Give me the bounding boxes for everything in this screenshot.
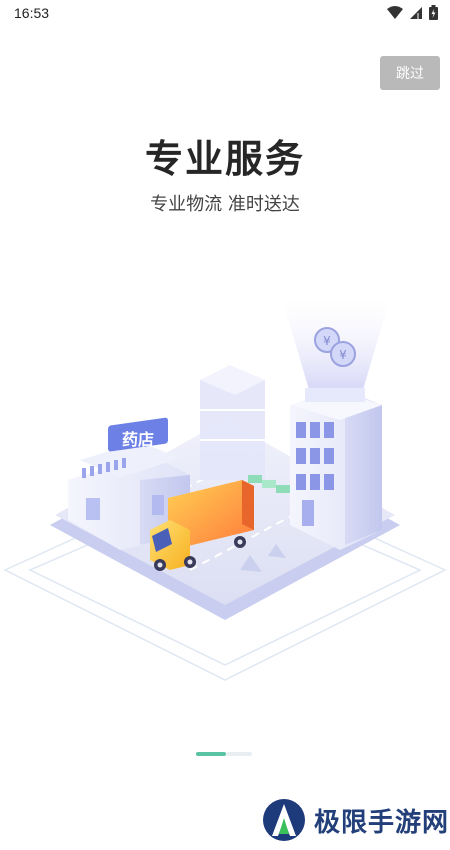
battery-icon bbox=[429, 5, 438, 20]
watermark: 极限手游网 bbox=[262, 798, 449, 842]
office-building bbox=[290, 388, 382, 550]
wifi-icon bbox=[387, 5, 403, 19]
status-icons bbox=[387, 5, 438, 20]
page-indicator bbox=[196, 752, 252, 756]
pharmacy-sign: 药店 bbox=[108, 417, 168, 452]
glass-building bbox=[200, 365, 265, 480]
page-indicator-inactive bbox=[226, 752, 252, 756]
onboarding-title: 专业服务 bbox=[144, 137, 305, 181]
svg-text:¥: ¥ bbox=[339, 348, 347, 362]
status-bar: 16:53 bbox=[0, 0, 450, 28]
svg-text:¥: ¥ bbox=[323, 334, 331, 348]
skip-button[interactable]: 跳过 bbox=[380, 56, 440, 90]
logistics-illustration: ¥ ¥ 药店 bbox=[3, 298, 447, 681]
status-time: 16:53 bbox=[14, 5, 50, 21]
watermark-logo-icon bbox=[263, 799, 305, 841]
signal-icon bbox=[410, 6, 422, 19]
page-indicator-active bbox=[196, 752, 226, 756]
onboarding-subtitle: 专业物流 准时送达 bbox=[150, 194, 300, 215]
watermark-text: 极限手游网 bbox=[314, 807, 450, 838]
pharmacy-sign-text: 药店 bbox=[122, 430, 154, 449]
